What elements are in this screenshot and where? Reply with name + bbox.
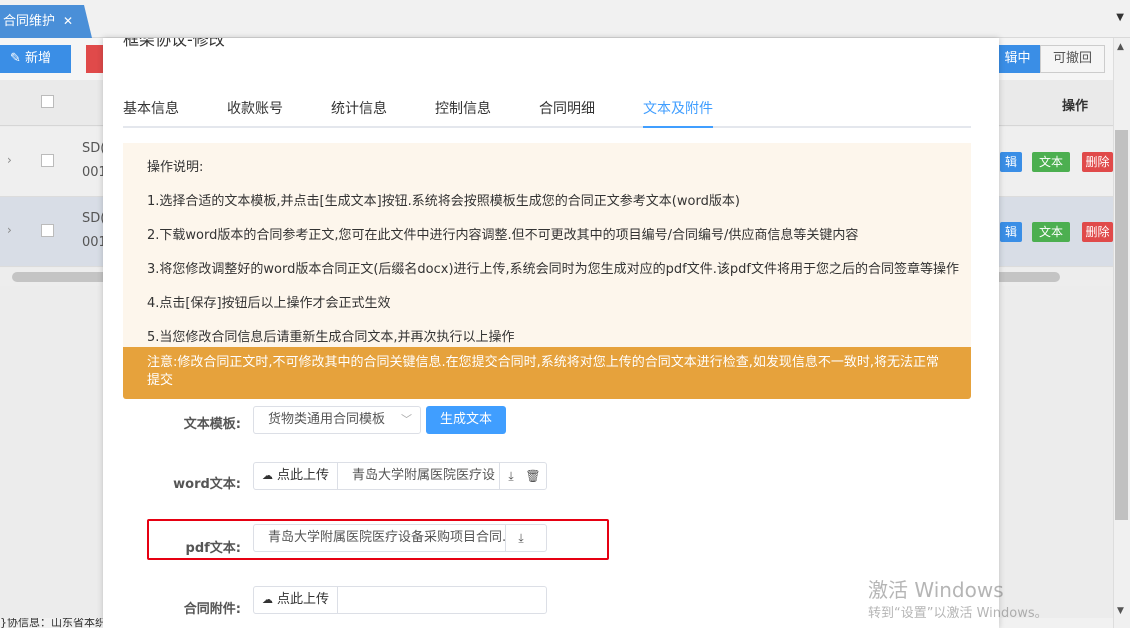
edit-button[interactable]: 辑 — [1000, 152, 1022, 172]
word-text-row: word文本: ☁ 点此上传 青岛大学附属医院医疗设 ⤓ 🗑 — [123, 462, 971, 492]
dialog-title: 框架协议-修改 — [123, 38, 225, 49]
word-file-name[interactable]: 青岛大学附属医院医疗设 — [338, 463, 501, 489]
instructions-panel: 操作说明: 1.选择合适的文本模板,并点击[生成文本]按钮.系统将会按照模板生成… — [123, 143, 971, 347]
instruction-step: 2.下载word版本的合同参考正文,您可在此文件中进行内容调整.但不可更改其中的… — [147, 228, 859, 243]
tab-label: 合同维护 — [3, 14, 56, 29]
row-checkbox[interactable] — [41, 224, 54, 237]
download-icon[interactable]: ⤓ — [500, 463, 522, 489]
text-button[interactable]: 文本 — [1032, 152, 1070, 172]
chevron-right-icon[interactable]: › — [7, 153, 12, 167]
attachment-upload: ☁ 点此上传 — [253, 586, 547, 614]
tab-statistics[interactable]: 统计信息 — [331, 100, 387, 128]
tab-contract-maintenance[interactable]: 合同维护 ✕ — [0, 5, 92, 38]
row-delete-button[interactable]: 删除 — [1082, 152, 1113, 172]
word-upload-button[interactable]: ☁ 点此上传 — [254, 463, 339, 489]
scroll-up-icon[interactable]: ▲ — [1117, 42, 1124, 52]
select-all-checkbox[interactable] — [41, 95, 54, 108]
generate-text-button[interactable]: 生成文本 — [426, 406, 506, 434]
column-header-operations: 操作 — [1062, 99, 1089, 114]
row-checkbox[interactable] — [41, 154, 54, 167]
dialog-tabs: 基本信息 收款账号 统计信息 控制信息 合同明细 文本及附件 — [123, 100, 971, 128]
tab-strip — [0, 0, 1130, 38]
tab-text-attachments[interactable]: 文本及附件 — [643, 100, 713, 128]
chevron-down-icon[interactable]: ▼ — [1116, 12, 1124, 23]
text-button[interactable]: 文本 — [1032, 222, 1070, 242]
instruction-step: 3.将您修改调整好的word版本合同正文(后缀名docx)进行上传,系统会同时为… — [147, 262, 959, 277]
template-value: 货物类通用合同模板 — [268, 412, 386, 427]
status-segment: 辑中 可撤回 — [995, 45, 1105, 73]
row-delete-button[interactable]: 删除 — [1082, 222, 1113, 242]
add-button[interactable]: ✎ 新增 — [0, 45, 71, 73]
tab-payment-account[interactable]: 收款账号 — [227, 100, 283, 128]
activation-watermark-title: 激活 Windows — [868, 578, 1004, 602]
warning-notice: 注意:修改合同正文时,不可修改其中的合同关键信息.在您提交合同时,系统将对您上传… — [123, 347, 971, 399]
close-icon[interactable]: ✕ — [965, 38, 977, 40]
activation-watermark-subtitle: 转到“设置”以激活 Windows。 — [868, 606, 1048, 621]
word-text-label: word文本: — [173, 477, 241, 492]
cloud-upload-icon: ☁ — [262, 469, 273, 482]
tab-control-info[interactable]: 控制信息 — [435, 100, 491, 128]
template-select[interactable]: 货物类通用合同模板 ﹀ — [253, 406, 421, 434]
instruction-step: 1.选择合适的文本模板,并点击[生成文本]按钮.系统将会按照模板生成您的合同正文… — [147, 194, 740, 209]
vertical-scrollbar-thumb[interactable] — [1115, 130, 1128, 520]
attachment-row: 合同附件: ☁ 点此上传 — [123, 586, 971, 617]
scroll-down-icon[interactable]: ▼ — [1117, 606, 1124, 616]
edit-button[interactable]: 辑 — [1000, 222, 1022, 242]
close-icon[interactable]: ✕ — [63, 14, 73, 28]
delete-icon[interactable]: 🗑 — [522, 463, 544, 489]
pdf-highlight-box — [147, 519, 609, 560]
chevron-right-icon[interactable]: › — [7, 223, 12, 237]
instruction-heading: 操作说明: — [147, 160, 204, 175]
template-label: 文本模板: — [183, 417, 241, 432]
tab-contract-details[interactable]: 合同明细 — [539, 100, 595, 128]
word-upload: ☁ 点此上传 青岛大学附属医院医疗设 ⤓ 🗑 — [253, 462, 547, 490]
attachment-upload-button[interactable]: ☁ 点此上传 — [254, 587, 339, 613]
segment-revocable[interactable]: 可撤回 — [1040, 45, 1105, 73]
attachment-label: 合同附件: — [183, 602, 241, 617]
segment-editing[interactable]: 辑中 — [995, 45, 1040, 73]
cloud-upload-icon: ☁ — [262, 593, 273, 606]
template-row: 文本模板: 货物类通用合同模板 ﹀ 生成文本 — [123, 406, 971, 436]
tab-basic-info[interactable]: 基本信息 — [123, 100, 179, 128]
instruction-step: 4.点击[保存]按钮后以上操作才会正式生效 — [147, 296, 391, 311]
chevron-down-icon: ﹀ — [401, 413, 412, 426]
